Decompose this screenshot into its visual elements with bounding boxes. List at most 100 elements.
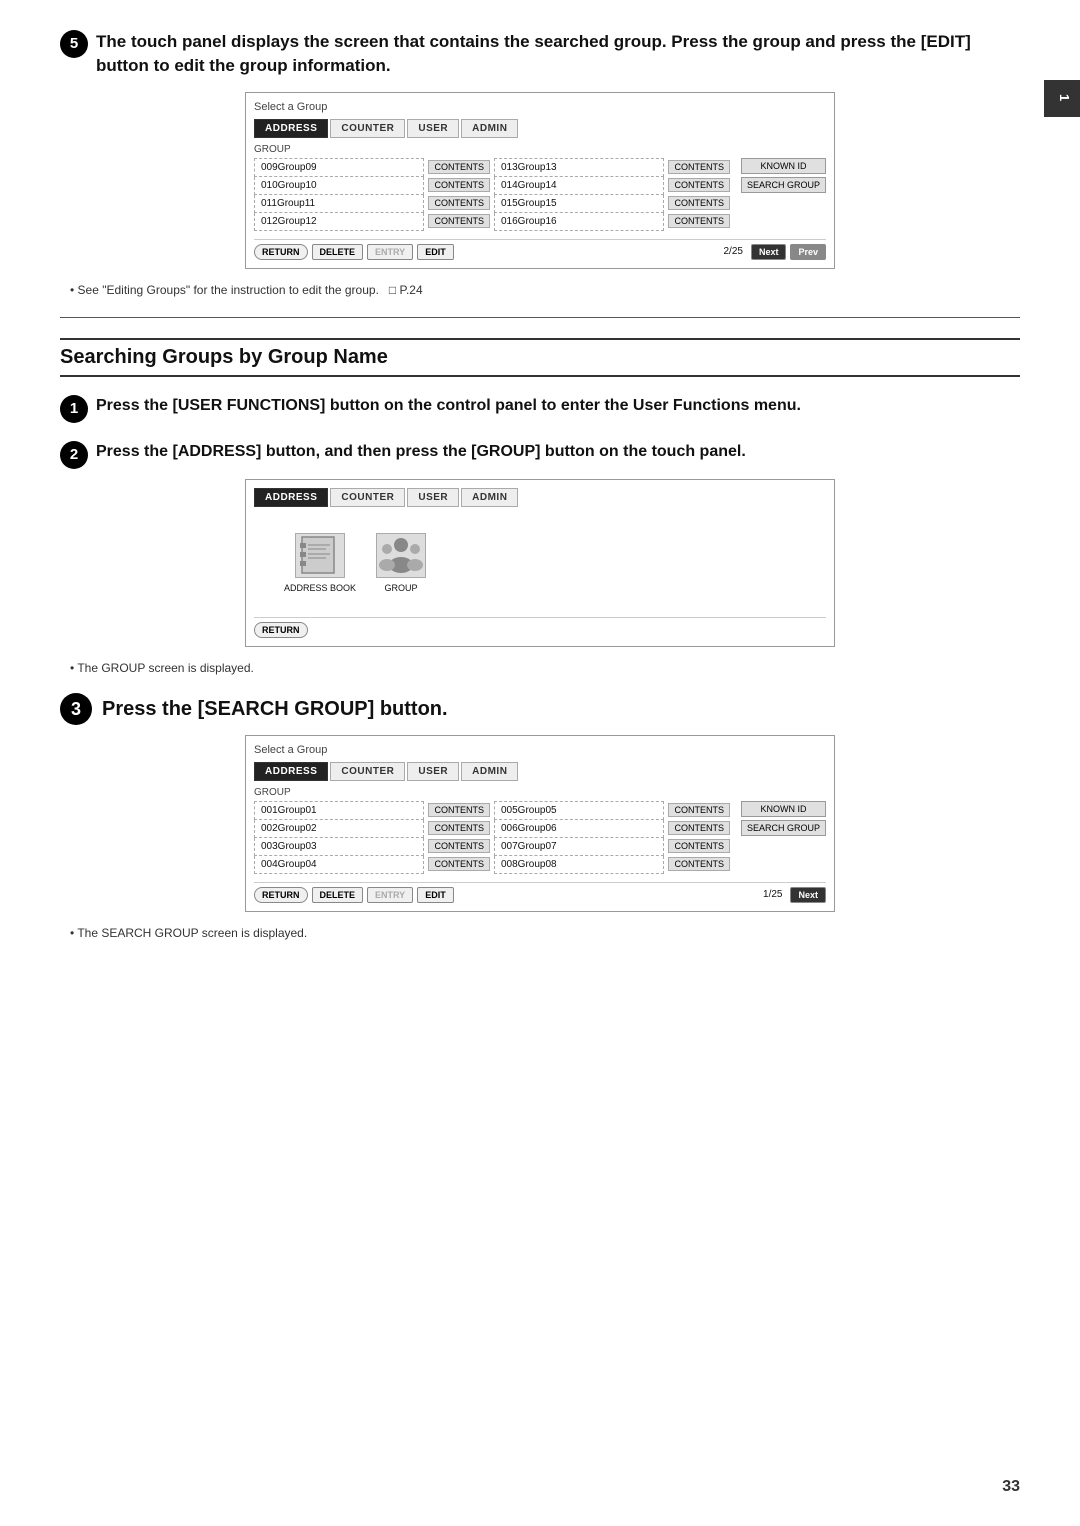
group-name: 005Group05 bbox=[494, 801, 664, 819]
tab-counter-3[interactable]: COUNTER bbox=[330, 762, 405, 781]
screen3-mockup: Select a Group ADDRESS COUNTER USER ADMI… bbox=[245, 735, 835, 912]
contents-btn[interactable]: CONTENTS bbox=[428, 839, 490, 853]
search-group-btn[interactable]: SEARCH GROUP bbox=[741, 177, 826, 193]
side-buttons-1: KNOWN ID SEARCH GROUP bbox=[741, 158, 826, 235]
edit-btn[interactable]: EDIT bbox=[417, 244, 454, 260]
group-icon-box: GROUP bbox=[376, 533, 426, 593]
page-count-3: 1/25 bbox=[763, 889, 782, 900]
group-name: 007Group07 bbox=[494, 837, 664, 855]
group-name: 012Group12 bbox=[255, 212, 424, 230]
group-table-3: 001Group01 CONTENTS 005Group05 CONTENTS … bbox=[254, 801, 735, 874]
entry-btn-3[interactable]: ENTRY bbox=[367, 887, 413, 903]
screen2-mockup: ADDRESS COUNTER USER ADMIN bbox=[245, 479, 835, 647]
contents-btn[interactable]: CONTENTS bbox=[428, 160, 490, 174]
step3-row: 3 Press the [SEARCH GROUP] button. bbox=[60, 693, 1020, 725]
group-name: 002Group02 bbox=[255, 819, 424, 837]
step5-header: 5 The touch panel displays the screen th… bbox=[60, 30, 1020, 78]
icon-screen: ADDRESS BOOK GROUP bbox=[254, 513, 826, 613]
contents-btn[interactable]: CONTENTS bbox=[428, 178, 490, 192]
group-name: 011Group11 bbox=[255, 194, 424, 212]
entry-btn[interactable]: ENTRY bbox=[367, 244, 413, 260]
group-name: 004Group04 bbox=[255, 855, 424, 873]
group-name: 010Group10 bbox=[255, 176, 424, 194]
edit-btn-3[interactable]: EDIT bbox=[417, 887, 454, 903]
step1-row: 1 Press the [USER FUNCTIONS] button on t… bbox=[60, 395, 1020, 423]
section-heading: Searching Groups by Group Name bbox=[60, 338, 1020, 377]
table-row: 001Group01 CONTENTS 005Group05 CONTENTS bbox=[255, 801, 735, 819]
return-bar-2: RETURN bbox=[254, 617, 826, 638]
tab-address[interactable]: ADDRESS bbox=[254, 119, 328, 138]
step2-row: 2 Press the [ADDRESS] button, and then p… bbox=[60, 441, 1020, 469]
return-btn[interactable]: RETURN bbox=[254, 244, 308, 260]
tab-admin-3[interactable]: ADMIN bbox=[461, 762, 518, 781]
step1-text: Press the [USER FUNCTIONS] button on the… bbox=[96, 395, 801, 417]
step3-block: 3 Press the [SEARCH GROUP] button. Selec… bbox=[60, 693, 1020, 940]
group-name: 008Group08 bbox=[494, 855, 664, 873]
table-row: 010Group10 CONTENTS 014Group14 CONTENTS bbox=[255, 176, 735, 194]
tab-address-2[interactable]: ADDRESS bbox=[254, 488, 328, 507]
contents-btn[interactable]: CONTENTS bbox=[668, 821, 730, 835]
tab-counter[interactable]: COUNTER bbox=[330, 119, 405, 138]
search-group-btn-3[interactable]: SEARCH GROUP bbox=[741, 820, 826, 836]
table-row: 012Group12 CONTENTS 016Group16 CONTENTS bbox=[255, 212, 735, 230]
table-row: 004Group04 CONTENTS 008Group08 CONTENTS bbox=[255, 855, 735, 873]
bottom-bar-1: RETURN DELETE ENTRY EDIT 2/25 Next Prev bbox=[254, 239, 826, 260]
page-number: 33 bbox=[1002, 1478, 1020, 1496]
contents-btn[interactable]: CONTENTS bbox=[668, 857, 730, 871]
tab-admin-2[interactable]: ADMIN bbox=[461, 488, 518, 507]
contents-btn[interactable]: CONTENTS bbox=[428, 857, 490, 871]
group-name: 014Group14 bbox=[494, 176, 664, 194]
bottom-bar-3: RETURN DELETE ENTRY EDIT 1/25 Next bbox=[254, 882, 826, 903]
table-row: 003Group03 CONTENTS 007Group07 CONTENTS bbox=[255, 837, 735, 855]
step5-block: 5 The touch panel displays the screen th… bbox=[60, 30, 1020, 297]
known-id-btn-3[interactable]: KNOWN ID bbox=[741, 801, 826, 817]
contents-btn[interactable]: CONTENTS bbox=[428, 214, 490, 228]
group-label-icon: GROUP bbox=[385, 583, 418, 593]
contents-btn[interactable]: CONTENTS bbox=[428, 821, 490, 835]
side-buttons-3: KNOWN ID SEARCH GROUP bbox=[741, 801, 826, 878]
step5-text: The touch panel displays the screen that… bbox=[96, 30, 1020, 78]
step5-note: See "Editing Groups" for the instruction… bbox=[60, 283, 1020, 297]
step3-text: Press the [SEARCH GROUP] button. bbox=[102, 695, 448, 723]
next-btn-3[interactable]: Next bbox=[790, 887, 826, 903]
tab-user-2[interactable]: USER bbox=[407, 488, 459, 507]
known-id-btn[interactable]: KNOWN ID bbox=[741, 158, 826, 174]
group-icon[interactable] bbox=[376, 533, 426, 578]
page-container: 1 5 The touch panel displays the screen … bbox=[0, 0, 1080, 1526]
contents-btn[interactable]: CONTENTS bbox=[668, 214, 730, 228]
step2-text: Press the [ADDRESS] button, and then pre… bbox=[96, 441, 746, 463]
contents-btn[interactable]: CONTENTS bbox=[668, 160, 730, 174]
tab-address-3[interactable]: ADDRESS bbox=[254, 762, 328, 781]
tab-user[interactable]: USER bbox=[407, 119, 459, 138]
return-btn-3[interactable]: RETURN bbox=[254, 887, 308, 903]
contents-btn[interactable]: CONTENTS bbox=[668, 803, 730, 817]
contents-btn[interactable]: CONTENTS bbox=[668, 839, 730, 853]
prev-btn[interactable]: Prev bbox=[790, 244, 826, 260]
tab-counter-2[interactable]: COUNTER bbox=[330, 488, 405, 507]
step1-block: 1 Press the [USER FUNCTIONS] button on t… bbox=[60, 395, 1020, 423]
group-table-1: 009Group09 CONTENTS 013Group13 CONTENTS … bbox=[254, 158, 735, 231]
tab-user-3[interactable]: USER bbox=[407, 762, 459, 781]
contents-btn[interactable]: CONTENTS bbox=[668, 178, 730, 192]
table-row: 002Group02 CONTENTS 006Group06 CONTENTS bbox=[255, 819, 735, 837]
contents-btn[interactable]: CONTENTS bbox=[668, 196, 730, 210]
contents-btn[interactable]: CONTENTS bbox=[428, 196, 490, 210]
group-name: 003Group03 bbox=[255, 837, 424, 855]
screen3-title: Select a Group bbox=[254, 744, 826, 756]
screen3-tab-bar: ADDRESS COUNTER USER ADMIN bbox=[254, 762, 826, 781]
screen2-tab-bar: ADDRESS COUNTER USER ADMIN bbox=[254, 488, 826, 507]
side-tab: 1 bbox=[1044, 80, 1080, 117]
table-row: 011Group11 CONTENTS 015Group15 CONTENTS bbox=[255, 194, 735, 212]
step2-block: 2 Press the [ADDRESS] button, and then p… bbox=[60, 441, 1020, 675]
delete-btn-3[interactable]: DELETE bbox=[312, 887, 364, 903]
step2-number: 2 bbox=[60, 441, 88, 469]
next-btn[interactable]: Next bbox=[751, 244, 787, 260]
delete-btn[interactable]: DELETE bbox=[312, 244, 364, 260]
contents-btn[interactable]: CONTENTS bbox=[428, 803, 490, 817]
screen1-title: Select a Group bbox=[254, 101, 826, 113]
return-btn-2[interactable]: RETURN bbox=[254, 622, 308, 638]
tab-admin[interactable]: ADMIN bbox=[461, 119, 518, 138]
address-book-icon[interactable] bbox=[295, 533, 345, 578]
screen2-note: The GROUP screen is displayed. bbox=[60, 661, 1020, 675]
group-label-3: GROUP bbox=[254, 787, 826, 798]
